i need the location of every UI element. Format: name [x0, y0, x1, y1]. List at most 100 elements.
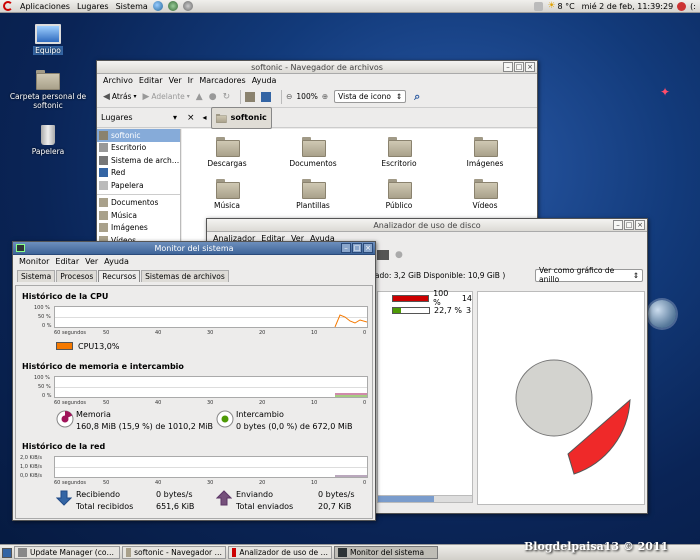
tab-recursos[interactable]: Recursos — [98, 270, 141, 282]
sidebar-item-imagenes[interactable]: Imágenes — [97, 222, 180, 235]
menu-editar[interactable]: Editar — [139, 76, 163, 85]
folder-item-documentos[interactable]: Documentos — [278, 137, 348, 168]
maximize-button[interactable]: □ — [352, 243, 362, 253]
menu-ayuda[interactable]: Ayuda — [252, 76, 277, 85]
mail-launcher-icon[interactable] — [167, 1, 178, 11]
up-arrow-icon[interactable]: ▲ — [196, 92, 203, 102]
close-button[interactable]: × — [635, 220, 645, 230]
system-monitor-titlebar[interactable]: Monitor del sistema – □ × — [13, 242, 375, 255]
temperature[interactable]: 8 °C — [557, 0, 574, 13]
task-update-manager[interactable]: Update Manager (co… — [14, 546, 120, 559]
menu-ayuda[interactable]: Ayuda — [104, 257, 129, 266]
home-icon[interactable] — [245, 91, 256, 102]
menu-ir[interactable]: Ir — [188, 76, 194, 85]
folder-item-publico[interactable]: Público — [364, 179, 434, 210]
minimize-button[interactable]: – — [613, 220, 623, 230]
user-menu[interactable]: (: — [690, 0, 696, 13]
back-button[interactable]: ◀ Atrás ▾ — [103, 92, 136, 102]
network-graph — [54, 456, 368, 478]
folder-item-videos[interactable]: Vídeos — [450, 179, 520, 210]
usage-bar — [392, 294, 430, 302]
folder-item-descargas[interactable]: Descargas — [192, 137, 262, 168]
network-icon[interactable] — [534, 1, 544, 11]
file-browser-titlebar[interactable]: softonic - Navegador de archivos – □ × — [97, 61, 537, 74]
total-received-value: 651,6 KiB — [156, 502, 195, 511]
horizontal-scrollbar[interactable] — [377, 495, 473, 503]
memory-graph-plot — [335, 393, 367, 397]
system-monitor-menubar: Monitor Editar Ver Ayuda — [13, 255, 375, 267]
help-launcher-icon[interactable] — [182, 1, 193, 11]
task-file-browser[interactable]: softonic - Navegador … — [122, 546, 226, 559]
download-arrow-icon[interactable] — [56, 490, 72, 506]
reload-icon[interactable]: ↻ — [223, 92, 231, 102]
computer-icon[interactable] — [261, 91, 272, 102]
sidebar-item-escritorio[interactable]: Escritorio — [97, 142, 180, 155]
desktop-icon-computer[interactable]: Equipo — [26, 24, 70, 55]
folder-item-plantillas[interactable]: Plantillas — [278, 179, 348, 210]
desktop-icon-home[interactable]: Carpeta personal de softonic — [8, 70, 88, 110]
power-icon[interactable] — [677, 1, 687, 11]
menu-sistema[interactable]: Sistema — [116, 0, 148, 13]
folder-icon — [474, 137, 498, 157]
scrollbar-thumb[interactable] — [378, 496, 435, 502]
web-browser-launcher-icon[interactable] — [152, 1, 163, 11]
maximize-button[interactable]: □ — [624, 220, 634, 230]
zoom-in-icon[interactable]: ⊕ — [322, 92, 328, 101]
show-desktop-icon[interactable] — [2, 547, 12, 558]
sidebar-item-filesystem[interactable]: Sistema de arch… — [97, 154, 180, 167]
ring-chart[interactable] — [478, 292, 646, 506]
stop-icon[interactable]: ● — [209, 92, 217, 102]
tab-sistema[interactable]: Sistema — [17, 270, 56, 282]
tab-sistemas-de-archivos[interactable]: Sistemas de archivos — [141, 270, 229, 282]
task-disk-analyzer[interactable]: Analizador de uso de … — [228, 546, 332, 559]
debian-logo-icon[interactable] — [3, 1, 13, 11]
stop-icon[interactable]: ● — [395, 250, 403, 260]
swap-pie-icon[interactable] — [216, 410, 234, 428]
clock[interactable]: mié 2 de feb, 11:39:29 — [582, 0, 674, 13]
x-axis-tick: 0 — [363, 400, 367, 406]
ring-chart-center[interactable] — [515, 359, 593, 437]
desktop-icon-trash[interactable]: Papelera — [22, 125, 74, 156]
disk-analyzer-titlebar[interactable]: Analizador de uso de disco – □ × — [207, 219, 647, 232]
upload-arrow-icon[interactable] — [216, 490, 232, 506]
path-button-softonic[interactable]: softonic — [210, 106, 272, 129]
menu-editar[interactable]: Editar — [55, 257, 79, 266]
menu-monitor[interactable]: Monitor — [19, 257, 49, 266]
folder-item-musica[interactable]: Música — [192, 179, 262, 210]
zoom-out-icon[interactable]: ⊖ — [286, 92, 292, 101]
menu-aplicaciones[interactable]: Aplicaciones — [20, 0, 70, 13]
scan-computer-icon[interactable] — [377, 250, 389, 260]
sidebar-item-papelera[interactable]: Papelera — [97, 179, 180, 192]
close-button[interactable]: × — [363, 243, 373, 253]
menu-archivo[interactable]: Archivo — [103, 76, 133, 85]
sidebar-item-softonic[interactable]: softonic — [97, 129, 180, 142]
menu-ver[interactable]: Ver — [85, 257, 98, 266]
menu-lugares[interactable]: Lugares — [77, 0, 109, 13]
cpu-color-swatch[interactable] — [56, 342, 73, 350]
view-mode-select[interactable]: Vista de icono ⇕ — [334, 90, 407, 103]
menu-ver[interactable]: Ver — [169, 76, 182, 85]
minimize-button[interactable]: – — [341, 243, 351, 253]
menu-marcadores[interactable]: Marcadores — [199, 76, 245, 85]
system-monitor-app-icon — [16, 244, 25, 252]
minimize-button[interactable]: – — [503, 62, 513, 72]
close-button[interactable]: × — [525, 62, 535, 72]
tab-procesos[interactable]: Procesos — [56, 270, 98, 282]
forward-button[interactable]: ▶ Adelante ▾ — [142, 92, 189, 102]
sidebar-item-musica[interactable]: Música — [97, 209, 180, 222]
memory-pie-icon[interactable] — [56, 410, 74, 428]
usage-row[interactable]: 100 % 14 — [378, 289, 472, 307]
path-toggle-icon[interactable]: ◂ — [203, 113, 207, 122]
close-sidebar-icon[interactable]: × — [187, 113, 195, 123]
sidebar-item-documentos[interactable]: Documentos — [97, 197, 180, 210]
places-selector[interactable]: Lugares ▾ — [97, 113, 181, 122]
task-system-monitor[interactable]: Monitor del sistema — [334, 546, 438, 559]
search-icon[interactable]: ⌕ — [414, 90, 420, 104]
folder-item-escritorio[interactable]: Escritorio — [364, 137, 434, 168]
usage-row[interactable]: 22,7 % 3 — [378, 304, 472, 316]
chart-type-select[interactable]: Ver como gráfico de anillo ⇕ — [535, 266, 643, 284]
folder-item-imagenes[interactable]: Imágenes — [450, 137, 520, 168]
sidebar-item-red[interactable]: Red — [97, 167, 180, 180]
maximize-button[interactable]: □ — [514, 62, 524, 72]
folder-label: Plantillas — [296, 201, 330, 210]
